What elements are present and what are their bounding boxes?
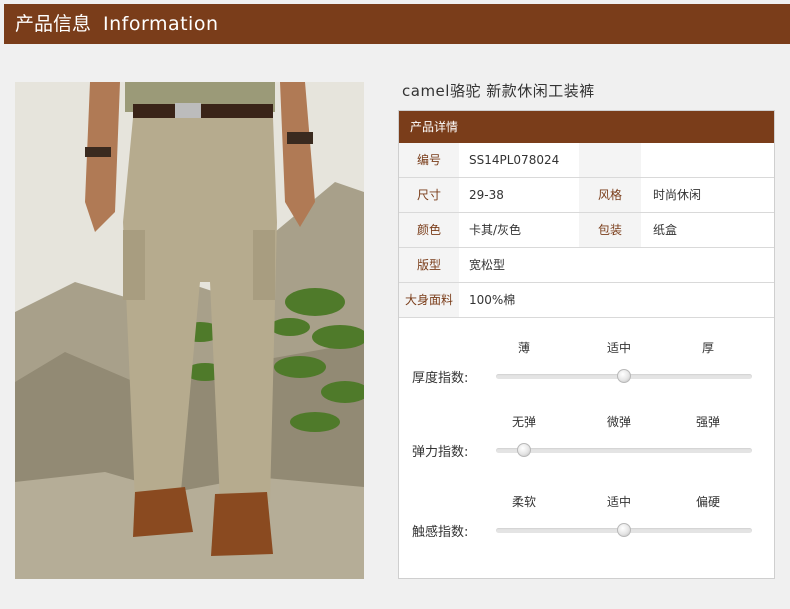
index-knob — [517, 443, 532, 457]
spec-value-2 — [641, 143, 653, 177]
index-track — [496, 369, 752, 383]
scale-low: 无弹 — [511, 415, 536, 429]
spec-row: 版型 宽松型 — [399, 248, 774, 283]
spec-row: 尺寸 29-38 风格 时尚休闲 — [399, 178, 774, 213]
spec-label: 版型 — [399, 248, 459, 282]
product-photo — [15, 82, 364, 579]
scale-mid: 微弹 — [606, 415, 631, 429]
spec-label: 尺寸 — [399, 178, 459, 212]
index-knob — [617, 369, 631, 383]
index-track — [496, 443, 752, 457]
spec-value: 卡其/灰色 — [469, 223, 522, 237]
index-track — [496, 523, 752, 537]
spec-row: 颜色 卡其/灰色 包装 纸盒 — [399, 213, 774, 248]
spec-row: 编号 SS14PL078024 — [399, 143, 774, 178]
scale-mid: 适中 — [606, 495, 631, 509]
elasticity-index: 弹力指数: 无弹 微弹 强弹 — [399, 413, 774, 473]
spec-label: 编号 — [399, 143, 459, 177]
spec-value: 100%棉 — [469, 293, 516, 307]
thickness-index: 厚度指数: 薄 适中 厚 — [399, 339, 774, 399]
product-name: camel骆驼 新款休闲工装裤 — [402, 82, 595, 100]
spec-value: 宽松型 — [469, 258, 506, 272]
spec-label-2: 风格 — [579, 178, 641, 212]
section-header: 产品信息 Information — [4, 4, 790, 44]
scale-high: 厚 — [701, 341, 714, 355]
touch-index: 触感指数: 柔软 适中 偏硬 — [399, 493, 774, 553]
scale-high: 强弹 — [695, 415, 720, 429]
spec-label: 大身面料 — [399, 283, 459, 317]
spec-value-2: 时尚休闲 — [653, 188, 702, 202]
section-title-cn: 产品信息 — [15, 13, 92, 35]
spec-row: 大身面料 100%棉 — [399, 283, 774, 318]
scale-mid: 适中 — [606, 341, 631, 355]
details-panel: 产品详情 编号 SS14PL078024 尺寸 29-38 风格 时尚休闲 颜色… — [398, 110, 775, 579]
index-label: 弹力指数: — [412, 445, 469, 460]
spec-value: 29-38 — [469, 188, 504, 202]
spec-label-2 — [579, 143, 641, 177]
section-title-en: Information — [103, 13, 219, 35]
index-knob — [617, 523, 631, 537]
scale-low: 柔软 — [511, 495, 536, 509]
details-heading: 产品详情 — [399, 111, 774, 143]
spec-label-2: 包装 — [579, 213, 641, 247]
scale-low: 薄 — [517, 341, 530, 355]
spec-label: 颜色 — [399, 213, 459, 247]
spec-value-2: 纸盒 — [653, 223, 678, 237]
index-label: 触感指数: — [412, 525, 469, 540]
spec-value: SS14PL078024 — [469, 153, 560, 167]
index-label: 厚度指数: — [412, 371, 469, 386]
scale-high: 偏硬 — [695, 495, 720, 509]
